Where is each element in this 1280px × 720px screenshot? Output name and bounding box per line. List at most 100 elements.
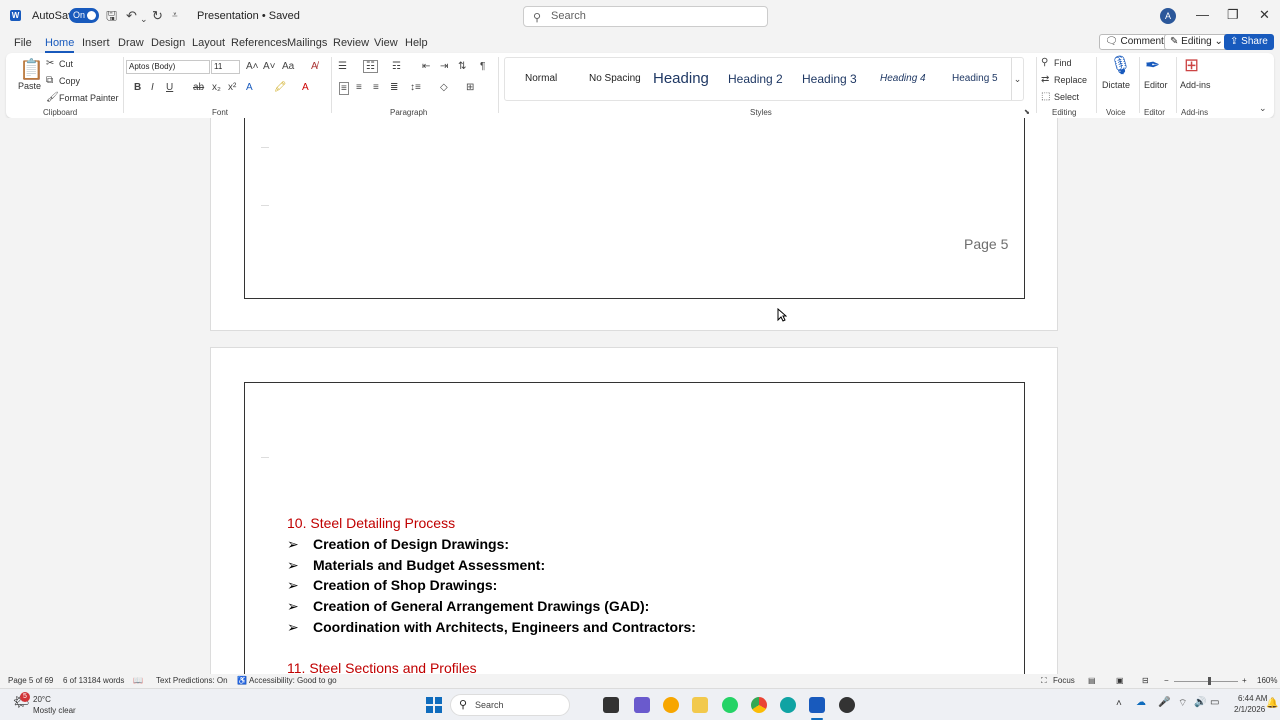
focus-button[interactable]: Focus — [1053, 676, 1075, 685]
start-icon[interactable] — [426, 697, 442, 713]
accessibility-status[interactable]: Accessibility: Good to go — [249, 676, 337, 685]
customize-icon[interactable]: ⩡ — [172, 8, 178, 24]
style-heading-2[interactable]: Heading 2 — [728, 72, 783, 86]
strikethrough-icon[interactable]: ab — [193, 82, 204, 93]
numbering-icon[interactable]: ☷ — [363, 60, 378, 73]
avatar[interactable]: A — [1160, 8, 1176, 24]
list-item[interactable]: ➢ Coordination with Architects, Engineers… — [287, 619, 696, 636]
font-name-select[interactable]: Aptos (Body) — [126, 60, 210, 74]
microphone-icon[interactable]: 🎤 — [1158, 697, 1170, 708]
zoom-out-icon[interactable]: − — [1164, 676, 1169, 685]
zoom-slider-thumb[interactable] — [1208, 677, 1211, 685]
clear-formatting-icon[interactable]: A̸ — [311, 61, 318, 72]
chevron-up-icon[interactable]: ˄ — [1116, 698, 1122, 709]
minimize-icon[interactable]: — — [1196, 7, 1209, 22]
dictate-button[interactable]: Dictate — [1102, 80, 1130, 90]
clock-date[interactable]: 2/1/2026 — [1234, 705, 1265, 714]
undo-dropdown-icon[interactable]: ⌄ — [140, 11, 148, 27]
section-heading-11[interactable]: 11. Steel Sections and Profiles — [287, 660, 477, 674]
increase-indent-icon[interactable]: ⇥ — [440, 61, 448, 72]
battery-icon[interactable]: ▭ — [1210, 697, 1219, 708]
tab-mailings[interactable]: Mailings — [287, 37, 327, 49]
print-layout-icon[interactable]: ▣ — [1116, 676, 1124, 685]
superscript-icon[interactable]: x² — [228, 82, 236, 93]
taskbar-search-input[interactable]: ⚲ Search — [450, 694, 570, 716]
align-center-icon[interactable]: ≡ — [356, 82, 362, 93]
tab-insert[interactable]: Insert — [82, 37, 110, 49]
highlight-icon[interactable]: 🖍 — [274, 82, 287, 93]
tab-references[interactable]: References — [231, 37, 287, 49]
page-5[interactable]: Page 5 — [210, 118, 1058, 331]
close-icon[interactable]: ✕ — [1259, 7, 1270, 23]
subscript-icon[interactable]: x₂ — [212, 82, 221, 93]
cut-button[interactable]: Cut — [59, 59, 73, 69]
align-left-icon[interactable]: ≡ — [339, 82, 349, 95]
bold-icon[interactable]: B — [134, 82, 141, 93]
addins-button[interactable]: Add-ins — [1180, 80, 1211, 90]
align-right-icon[interactable]: ≡ — [373, 82, 379, 93]
bullets-icon[interactable]: ☰ — [338, 61, 347, 72]
styles-launcher-icon[interactable]: ⬊ — [1024, 108, 1030, 116]
style-no-spacing[interactable]: No Spacing — [589, 73, 641, 84]
chrome-icon[interactable] — [751, 697, 767, 713]
style-heading[interactable]: Heading — [653, 70, 709, 87]
tab-view[interactable]: View — [374, 37, 398, 49]
app-icon[interactable] — [663, 697, 679, 713]
list-item[interactable]: ➢ Materials and Budget Assessment: — [287, 557, 545, 574]
clock-time[interactable]: 6:44 AM — [1238, 694, 1267, 703]
save-icon[interactable]: 🖫 — [106, 8, 117, 24]
paste-icon[interactable]: 📋 — [19, 57, 44, 82]
read-mode-icon[interactable]: ▤ — [1088, 676, 1096, 685]
tab-help[interactable]: Help — [405, 37, 428, 49]
weather-desc[interactable]: Mostly clear — [33, 706, 76, 715]
style-normal[interactable]: Normal — [525, 73, 557, 84]
wifi-icon[interactable]: ⌔ — [1178, 697, 1187, 710]
change-case-icon[interactable]: Aa — [282, 61, 294, 72]
editor-button[interactable]: Editor — [1144, 80, 1168, 90]
editing-mode-button[interactable]: ✎ Editing ⌄ — [1164, 34, 1229, 50]
tab-home[interactable]: Home — [45, 37, 75, 53]
style-heading-5[interactable]: Heading 5 — [952, 73, 998, 84]
document-canvas[interactable]: Page 5 10. Steel Detailing Process ➢ Crea… — [0, 118, 1280, 674]
style-heading-4[interactable]: Heading 4 — [880, 73, 926, 84]
page-count[interactable]: Page 5 of 69 — [8, 676, 53, 685]
section-heading-10[interactable]: 10. Steel Detailing Process — [287, 515, 455, 531]
volume-icon[interactable]: 🔊 — [1194, 697, 1206, 708]
onedrive-icon[interactable]: ☁ — [1136, 697, 1146, 708]
zoom-in-icon[interactable]: + — [1242, 676, 1247, 685]
document-title[interactable]: Presentation • Saved — [197, 10, 300, 22]
italic-icon[interactable]: I — [151, 82, 154, 93]
undo-icon[interactable]: ↶ — [126, 8, 137, 24]
tab-layout[interactable]: Layout — [192, 37, 225, 49]
proofing-icon[interactable]: 📖 — [133, 676, 143, 685]
list-item[interactable]: ➢ Creation of General Arrangement Drawing… — [287, 598, 649, 615]
maximize-icon[interactable]: ❐ — [1227, 7, 1239, 23]
find-button[interactable]: Find — [1054, 58, 1072, 68]
redo-icon[interactable]: ↻ — [152, 8, 163, 24]
font-color-icon[interactable]: A — [302, 82, 309, 93]
styles-more-icon[interactable]: ⌄ — [1011, 58, 1023, 100]
file-explorer-icon[interactable] — [692, 697, 708, 713]
borders-icon[interactable]: ⊞ — [466, 82, 474, 93]
share-button[interactable]: ⇪ Share — [1224, 34, 1274, 50]
list-item[interactable]: ➢ Creation of Design Drawings: — [287, 536, 509, 553]
replace-button[interactable]: Replace — [1054, 75, 1087, 85]
weather-temp[interactable]: 20°C — [33, 695, 51, 704]
collapse-ribbon-icon[interactable]: ⌄ — [1259, 103, 1267, 114]
multilevel-list-icon[interactable]: ☶ — [392, 61, 401, 72]
sort-icon[interactable]: ⇅ — [458, 61, 466, 72]
line-spacing-icon[interactable]: ↕≡ — [410, 82, 421, 93]
text-effects-icon[interactable]: A — [246, 82, 253, 93]
grow-font-icon[interactable]: A˄ — [246, 61, 259, 72]
shrink-font-icon[interactable]: A˅ — [263, 61, 276, 72]
tab-review[interactable]: Review — [333, 37, 369, 49]
copilot-icon[interactable] — [634, 697, 650, 713]
format-painter-button[interactable]: Format Painter — [59, 93, 119, 103]
paste-button[interactable]: Paste — [18, 81, 41, 91]
task-view-icon[interactable] — [603, 697, 619, 713]
autosave-toggle[interactable]: On — [69, 8, 99, 23]
decrease-indent-icon[interactable]: ⇤ — [422, 61, 430, 72]
shading-icon[interactable]: ◇ — [440, 82, 448, 93]
edge-icon[interactable] — [780, 697, 796, 713]
word-count[interactable]: 6 of 13184 words — [63, 676, 124, 685]
